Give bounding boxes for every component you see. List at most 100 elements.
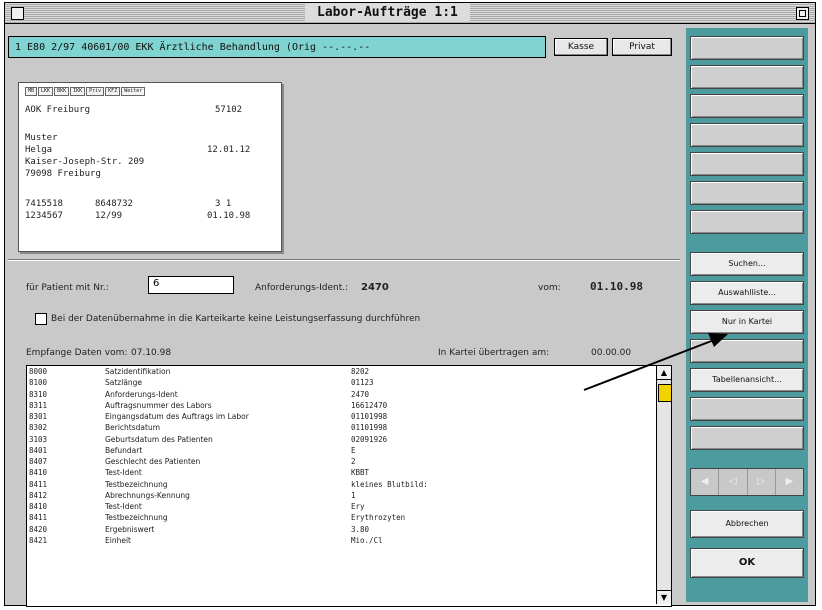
field-code: 8310 <box>29 389 48 399</box>
field-value: Erythrozyten <box>351 513 406 523</box>
next-record-icon[interactable]: ▷ <box>748 469 776 495</box>
scroll-thumb[interactable] <box>658 384 671 402</box>
empty-button-slot <box>690 65 804 89</box>
scroll-up-arrow-icon[interactable]: ▲ <box>657 366 671 380</box>
cancel-button[interactable]: Abbrechen <box>690 510 804 538</box>
empty-button-slot <box>690 152 804 176</box>
field-description: Geschlecht des Patienten <box>105 457 201 466</box>
card-tab[interactable]: KFZ <box>105 87 121 96</box>
field-description: Satzlänge <box>105 378 143 388</box>
table-row[interactable]: 8421 Einheit Mio./Cl <box>27 535 655 546</box>
field-code: 8412 <box>29 490 48 500</box>
case-line[interactable]: 1 E80 2/97 40601/00 EKK Ärztliche Behand… <box>8 36 546 58</box>
field-description: Anforderungs-Ident <box>105 389 178 399</box>
kasse-button[interactable]: Kasse <box>554 38 608 56</box>
field-value: 01101998 <box>351 412 388 421</box>
field-code: 8421 <box>29 535 48 545</box>
field-code: 8411 <box>29 513 48 523</box>
vertical-scrollbar[interactable]: ▲ ▼ <box>656 366 671 604</box>
field-value: KBBT <box>351 468 370 478</box>
card-number-c: 1234567 <box>25 211 63 221</box>
field-description: Ergebniswert <box>105 524 155 534</box>
last-record-icon[interactable]: ▶ <box>776 469 803 495</box>
table-row[interactable]: 3103 Geburtsdatum des Patienten 02091926 <box>27 434 655 445</box>
field-value: 02091926 <box>351 434 388 444</box>
zoom-box[interactable] <box>796 7 809 20</box>
field-code: 8100 <box>29 378 48 388</box>
card-validity: 12/99 <box>95 211 123 221</box>
first-record-icon[interactable]: ◀ <box>691 469 720 495</box>
scroll-down-arrow-icon[interactable]: ▼ <box>657 590 671 604</box>
empty-button-slot <box>690 36 804 60</box>
field-code: 8401 <box>29 445 48 455</box>
field-description: Berichtsdatum <box>105 423 161 433</box>
empty-button-slot <box>690 397 804 421</box>
field-value: Ery <box>351 502 365 511</box>
table-row[interactable]: 8420 Ergebniswert 3.80 <box>27 524 655 535</box>
ldt-record-list[interactable]: 8000 Satzidentifikation 8202 8100 Satzlänge 0… <box>26 365 672 607</box>
table-view-button[interactable]: Tabellenansicht... <box>690 368 804 392</box>
field-code: 8407 <box>29 457 48 466</box>
divider-highlight <box>8 260 680 261</box>
field-value: 8202 <box>351 367 370 376</box>
card-tab[interactable]: IKK <box>70 87 86 96</box>
card-lastname: Muster <box>25 133 58 143</box>
record-navigation: ◀ ◁ ▷ ▶ <box>690 468 804 496</box>
card-number-b: 8648732 <box>95 199 133 209</box>
field-description: Testbezeichnung <box>105 513 168 523</box>
request-date-value: 01.10.98 <box>590 280 643 293</box>
request-ident-value: 2470 <box>361 282 389 293</box>
field-description: Testbezeichnung <box>105 479 168 489</box>
search-button[interactable]: Suchen... <box>690 252 804 276</box>
table-row[interactable]: 8410 Test-Ident KBBT <box>27 467 655 478</box>
table-row[interactable]: 8302 Berichtsdatum 01101998 <box>27 422 655 433</box>
empty-button-slot <box>690 181 804 205</box>
table-row[interactable]: 8412 Abrechnungs-Kennung 1 <box>27 490 655 501</box>
table-row[interactable]: 8411 Testbezeichnung Erythrozyten <box>27 512 655 523</box>
previous-record-icon[interactable]: ◁ <box>719 469 748 495</box>
field-description: Eingangsdatum des Auftrags im Labor <box>105 412 249 421</box>
field-value: Mio./Cl <box>351 535 383 545</box>
only-in-file-button[interactable]: Nur in Kartei <box>690 310 804 334</box>
card-tab[interactable]: MB <box>25 87 38 96</box>
title-bar[interactable]: Labor-Aufträge 1:1 <box>5 3 815 24</box>
table-row[interactable]: 8407 Geschlecht des Patienten 2 <box>27 456 655 467</box>
no-billing-checkbox-label[interactable]: Bei der Datenübernahme in die Karteikart… <box>51 314 420 324</box>
insurance-card: MB LKK BKK IKK Priv KFZ Weiter AOK Freib… <box>18 82 282 252</box>
transferred-label: In Kartei übertragen am: <box>438 348 550 358</box>
ok-button[interactable]: OK <box>690 548 804 578</box>
table-row[interactable]: 8411 Testbezeichnung kleines Blutbild: <box>27 479 655 490</box>
selection-list-button[interactable]: Auswahlliste... <box>690 281 804 305</box>
field-code: 8420 <box>29 524 48 534</box>
patient-number-input[interactable]: 6 <box>148 276 234 294</box>
no-billing-checkbox[interactable] <box>35 313 47 325</box>
table-row[interactable]: 8311 Auftragsnummer des Labors 16612470 <box>27 400 655 411</box>
field-code: 8410 <box>29 502 48 511</box>
field-code: 8000 <box>29 367 48 376</box>
received-label: Empfange Daten vom: <box>26 348 128 358</box>
card-tab[interactable]: Weiter <box>121 87 146 96</box>
table-row[interactable]: 8401 Befundart E <box>27 445 655 456</box>
card-tab[interactable]: BKK <box>54 87 70 96</box>
record-rows: 8000 Satzidentifikation 8202 8100 Satzlänge 0… <box>27 366 655 546</box>
field-code: 8410 <box>29 468 48 478</box>
date-label: vom: <box>538 283 561 293</box>
card-tab[interactable]: LKK <box>38 87 54 96</box>
field-description: Satzidentifikation <box>105 367 171 376</box>
field-value: 01101998 <box>351 423 388 433</box>
table-row[interactable]: 8100 Satzlänge 01123 <box>27 377 655 388</box>
card-firstname: Helga <box>25 145 53 155</box>
privat-button[interactable]: Privat <box>612 38 672 56</box>
table-row[interactable]: 8000 Satzidentifikation 8202 <box>27 366 655 377</box>
field-value: 1 <box>351 490 356 500</box>
table-row[interactable]: 8410 Test-Ident Ery <box>27 501 655 512</box>
field-description: Einheit <box>105 535 131 545</box>
field-code: 3103 <box>29 434 48 444</box>
table-row[interactable]: 8310 Anforderungs-Ident 2470 <box>27 389 655 400</box>
table-row[interactable]: 8301 Eingangsdatum des Auftrags im Labor 0… <box>27 411 655 422</box>
card-city: 79098 Freiburg <box>25 169 101 179</box>
empty-button-slot <box>690 339 804 363</box>
card-tab[interactable]: Priv <box>86 87 105 96</box>
action-sidebar: Suchen... Auswahlliste... Nur in Kartei … <box>686 28 808 602</box>
close-box[interactable] <box>11 7 24 20</box>
